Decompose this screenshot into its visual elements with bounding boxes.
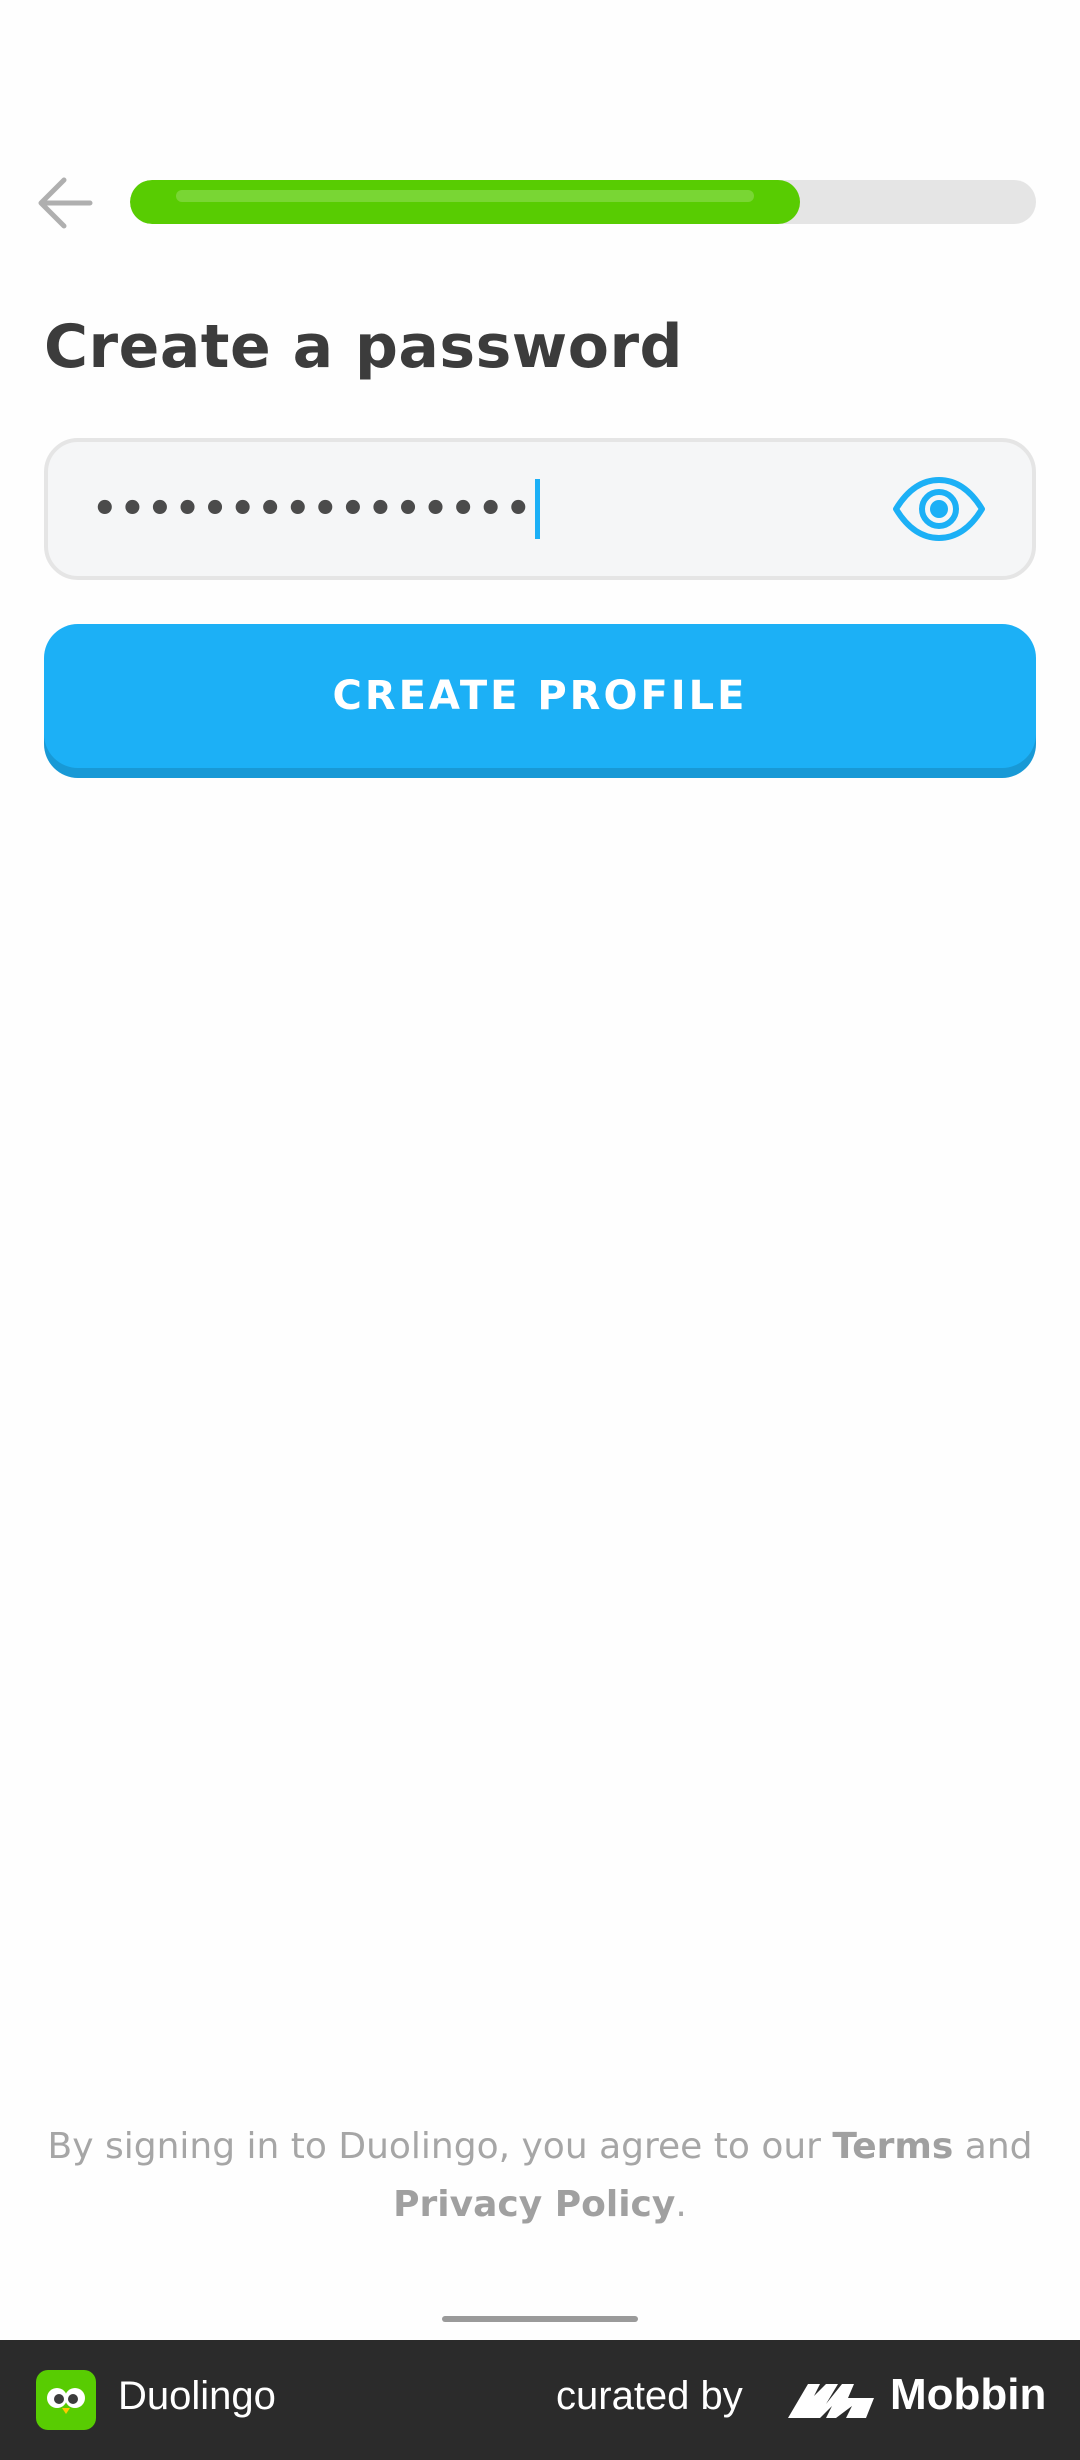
progress-bar	[130, 180, 1036, 224]
text-caret	[535, 479, 541, 539]
legal-notice: By signing in to Duolingo, you agree to …	[40, 2118, 1040, 2234]
show-password-toggle[interactable]	[892, 476, 986, 542]
progress-highlight	[176, 190, 755, 202]
mobbin-brand: Mobbin	[890, 2370, 1047, 2419]
progress-fill	[130, 180, 801, 224]
duolingo-logo-icon	[36, 2370, 96, 2430]
app-name: Duolingo	[118, 2374, 276, 2418]
footer-banner: Duolingo curated by Mobbin	[0, 2340, 1080, 2460]
back-button[interactable]	[30, 170, 100, 236]
mobbin-logo-icon	[788, 2384, 874, 2418]
create-profile-button[interactable]: CREATE PROFILE	[44, 624, 1036, 768]
legal-middle: and	[953, 2126, 1033, 2167]
eye-icon	[893, 477, 985, 541]
page-title: Create a password	[44, 312, 683, 382]
home-indicator[interactable]	[442, 2316, 638, 2322]
terms-link[interactable]: Terms	[832, 2126, 953, 2167]
privacy-policy-link[interactable]: Privacy Policy	[393, 2184, 675, 2225]
curated-by-label: curated by	[556, 2374, 743, 2418]
legal-suffix: .	[675, 2184, 687, 2225]
password-field[interactable]: ••••••••••••••••	[44, 438, 1036, 580]
password-value: ••••••••••••••••	[92, 486, 534, 532]
screen: Create a password •••••••••••••••• CREAT…	[0, 0, 1080, 2460]
legal-prefix: By signing in to Duolingo, you agree to …	[47, 2126, 833, 2167]
arrow-left-icon	[38, 177, 93, 229]
